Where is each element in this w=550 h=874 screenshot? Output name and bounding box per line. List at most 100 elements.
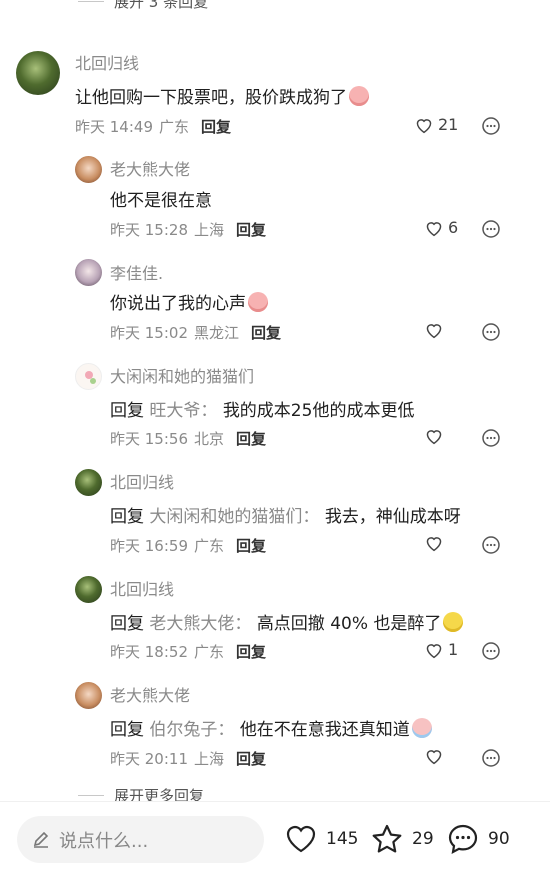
- reply-target-user[interactable]: 旺大爷：: [149, 401, 217, 421]
- more-options-icon[interactable]: [481, 535, 501, 555]
- more-options-icon[interactable]: [481, 322, 501, 342]
- pig-emoji-icon: [349, 86, 369, 106]
- comment-username[interactable]: 李佳佳.: [110, 260, 163, 284]
- comment-text-body: 让他回购一下股票吧，股价跌成狗了: [75, 88, 347, 108]
- reply-button[interactable]: 回复: [236, 748, 266, 769]
- more-options-icon[interactable]: [481, 641, 501, 661]
- divider-line: [78, 0, 104, 2]
- like-button[interactable]: [424, 427, 448, 445]
- reply-button[interactable]: 回复: [251, 322, 281, 343]
- divider-line: [78, 794, 104, 796]
- like-count: 6: [448, 218, 459, 237]
- heart-icon: [426, 643, 442, 658]
- comment-meta: 昨天 15:56 北京 回复: [110, 428, 266, 449]
- comment-location: 上海: [194, 221, 225, 239]
- comment-text: 你说出了我的心声: [110, 289, 268, 314]
- expand-replies-top[interactable]: 展开 3 条回复: [78, 0, 208, 12]
- like-button[interactable]: [424, 534, 448, 552]
- like-count: 145: [326, 829, 359, 849]
- like-button[interactable]: 1: [424, 640, 458, 659]
- reply-button[interactable]: 回复: [236, 535, 266, 556]
- expand-replies-label: 展开 3 条回复: [114, 0, 209, 11]
- comment-username[interactable]: 北回归线: [75, 50, 139, 74]
- comment-location: 广东: [194, 537, 225, 555]
- like-button[interactable]: 6: [424, 218, 458, 237]
- favorite-count: 29: [412, 829, 434, 849]
- avatar[interactable]: [16, 51, 60, 95]
- comment-text: 回复 大闲闲和她的猫猫们： 我去，神仙成本呀: [110, 502, 461, 527]
- comment-username[interactable]: 老大熊大佬: [110, 682, 190, 706]
- reply-button[interactable]: 回复: [236, 219, 266, 240]
- crying-emoji-icon: [411, 718, 432, 738]
- comment-meta: 昨天 15:02 黑龙江 回复: [110, 322, 281, 343]
- like-button[interactable]: [424, 747, 448, 765]
- comment-meta: 昨天 16:59 广东 回复: [110, 535, 266, 556]
- heart-icon: [426, 537, 442, 552]
- reply-target-user[interactable]: 大闲闲和她的猫猫们：: [149, 507, 319, 527]
- comment-text: 回复 伯尔兔子： 他在不在意我还真知道: [110, 715, 432, 740]
- comment-button[interactable]: 90: [446, 822, 510, 856]
- comment-text: 他不是很在意: [110, 191, 212, 211]
- heart-icon: [426, 324, 442, 339]
- reply-button[interactable]: 回复: [201, 116, 231, 137]
- comment-location: 北京: [194, 430, 225, 448]
- comment-username[interactable]: 北回归线: [110, 469, 174, 493]
- heart-icon: [416, 118, 432, 133]
- like-button[interactable]: [424, 321, 448, 339]
- reply-keyword: 回复: [110, 401, 144, 421]
- avatar[interactable]: [75, 469, 102, 496]
- reply-keyword: 回复: [110, 614, 144, 634]
- more-options-icon[interactable]: [481, 428, 501, 448]
- avatar[interactable]: [75, 259, 102, 286]
- heart-icon: [286, 825, 316, 853]
- comment-time: 昨天 20:11: [110, 750, 188, 768]
- reply-target-user[interactable]: 伯尔兔子：: [149, 720, 234, 740]
- comment-location: 黑龙江: [194, 324, 240, 342]
- comment-input-placeholder: 说点什么...: [59, 830, 149, 852]
- comment-time: 昨天 15:02: [110, 324, 188, 342]
- comment-location: 上海: [194, 750, 225, 768]
- like-button[interactable]: 21: [414, 115, 458, 134]
- comment-input[interactable]: 说点什么...: [17, 816, 264, 863]
- comment-bubble-icon: [448, 824, 478, 855]
- reply-keyword: 回复: [110, 507, 144, 527]
- reply-target-user[interactable]: 老大熊大佬：: [149, 614, 251, 634]
- comment-time: 昨天 15:56: [110, 430, 188, 448]
- comment-count: 90: [488, 829, 510, 849]
- comment-meta: 昨天 15:28 上海 回复: [110, 219, 266, 240]
- comment-time: 昨天 14:49: [75, 118, 153, 136]
- avatar[interactable]: [75, 682, 102, 709]
- comment-text-body: 你说出了我的心声: [110, 294, 246, 314]
- favorite-button[interactable]: 29: [370, 822, 434, 856]
- bottom-action-bar: 说点什么... 145 29 90: [0, 801, 550, 874]
- dizzy-emoji-icon: [443, 612, 464, 632]
- comment-text-body: 我去，神仙成本呀: [324, 507, 461, 527]
- comment-text: 让他回购一下股票吧，股价跌成狗了: [75, 83, 369, 108]
- comment-text: 回复 老大熊大佬： 高点回撤 40% 也是醉了: [110, 609, 464, 634]
- comment-username[interactable]: 北回归线: [110, 576, 174, 600]
- like-count: 21: [438, 115, 459, 134]
- comment-text-body: 我的成本25他的成本更低: [222, 401, 415, 421]
- comment-time: 昨天 18:52: [110, 643, 188, 661]
- avatar[interactable]: [75, 576, 102, 603]
- avatar[interactable]: [75, 156, 102, 183]
- heart-icon: [426, 430, 442, 445]
- reply-keyword: 回复: [110, 720, 144, 740]
- comment-text: 回复 旺大爷： 我的成本25他的成本更低: [110, 396, 414, 421]
- comment-meta: 昨天 18:52 广东 回复: [110, 641, 266, 662]
- comment-username[interactable]: 大闲闲和她的猫猫们: [110, 363, 254, 387]
- more-options-icon[interactable]: [481, 116, 501, 136]
- heart-icon: [426, 221, 442, 236]
- more-options-icon[interactable]: [481, 748, 501, 768]
- comment-username[interactable]: 老大熊大佬: [110, 156, 190, 180]
- more-options-icon[interactable]: [481, 219, 501, 239]
- reply-button[interactable]: 回复: [236, 428, 266, 449]
- comment-location: 广东: [159, 118, 190, 136]
- reply-button[interactable]: 回复: [236, 641, 266, 662]
- avatar[interactable]: [75, 363, 102, 390]
- like-post-button[interactable]: 145: [284, 822, 358, 856]
- comment-meta: 昨天 20:11 上海 回复: [110, 748, 266, 769]
- comment-meta: 昨天 14:49 广东 回复: [75, 116, 231, 137]
- like-count: 1: [448, 640, 459, 659]
- comment-location: 广东: [194, 643, 225, 661]
